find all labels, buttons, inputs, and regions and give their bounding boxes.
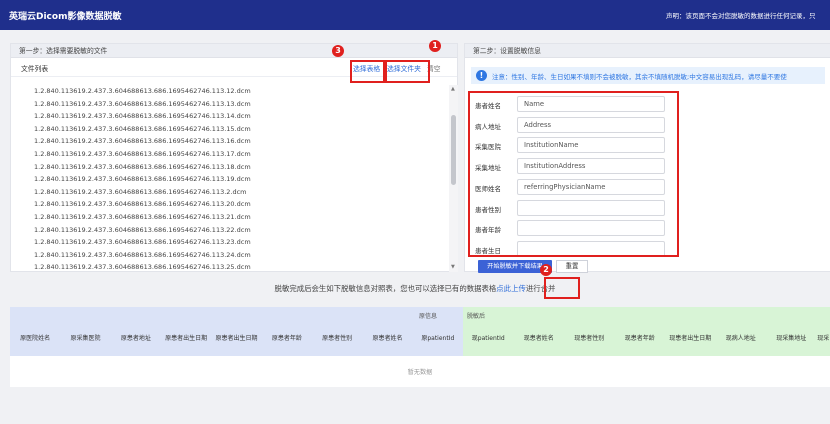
after-group-header: 脱敏后 bbox=[463, 307, 830, 322]
scroll-up-icon[interactable]: ▲ bbox=[451, 86, 455, 92]
column-header-after: 现patientId bbox=[463, 322, 514, 356]
page-footer bbox=[0, 394, 830, 424]
file-list-item[interactable]: 1.2.840.113619.2.437.3.604688613.686.169… bbox=[11, 249, 449, 262]
file-list-item[interactable]: 1.2.840.113619.2.437.3.604688613.686.169… bbox=[11, 236, 449, 249]
column-header-original: 原医院姓名 bbox=[10, 322, 61, 356]
file-list-scrollbar[interactable]: ▲ ▼ bbox=[449, 85, 458, 272]
scroll-thumb[interactable] bbox=[451, 115, 456, 185]
file-list-item[interactable]: 1.2.840.113619.2.437.3.604688613.686.169… bbox=[11, 198, 449, 211]
column-header-original: 原patientId bbox=[412, 322, 463, 356]
column-header-original: 原患者年龄 bbox=[261, 322, 312, 356]
merge-hint-before: 脱敏完成后会生如下脱敏信息对照表，您也可以选择已有的数据表格 bbox=[274, 284, 497, 293]
empty-text: 暂无数据 bbox=[407, 369, 433, 376]
column-header-after: 现患者年龄 bbox=[614, 322, 665, 356]
table-column-headers: 原医院姓名 原采集医院 原患者地址 原患者出生日期 原患者出生日期 原患者年龄 原患者性别原… bbox=[10, 322, 830, 356]
file-list-item[interactable]: 1.2.840.113619.2.437.3.604688613.686.169… bbox=[11, 161, 449, 174]
original-group-header: 原信息 bbox=[10, 307, 463, 322]
step2-title: 第二步：设置脱敏信息 bbox=[465, 44, 830, 58]
column-header-after: 现患者性别 bbox=[564, 322, 615, 356]
file-list-item[interactable]: 1.2.840.113619.2.437.3.604688613.686.169… bbox=[11, 123, 449, 136]
info-alert: ! 注意：性别、年龄、生日如果不填则不会被脱敏，其余不填随机脱敏;中文容易出现乱… bbox=[471, 67, 825, 84]
annotation-badge-1: 1 bbox=[429, 40, 441, 52]
annotation-box-upload bbox=[544, 277, 580, 299]
column-header-after: 现病人地址 bbox=[715, 322, 766, 356]
reset-button[interactable]: 重置 bbox=[556, 260, 588, 273]
column-header-after: 现患者姓名 bbox=[513, 322, 564, 356]
upload-link[interactable]: 点此上传 bbox=[496, 284, 526, 293]
info-text: 注意：性别、年龄、生日如果不填则不会被脱敏，其余不填随机脱敏;中文容易出现乱码，… bbox=[492, 73, 787, 81]
merge-hint: 脱敏完成后会生如下脱敏信息对照表，您也可以选择已有的数据表格点此上传进行合并 bbox=[0, 283, 830, 294]
column-header-after: 现采 bbox=[816, 322, 830, 356]
column-header-original: 原采集医院 bbox=[60, 322, 111, 356]
file-list-item[interactable]: 1.2.840.113619.2.437.3.604688613.686.169… bbox=[11, 135, 449, 148]
file-list-item[interactable]: 1.2.840.113619.2.437.3.604688613.686.169… bbox=[11, 224, 449, 237]
annotation-box-select-folder bbox=[385, 60, 430, 83]
column-header-after: 现患者出生日期 bbox=[665, 322, 716, 356]
column-header-original: 原患者姓名 bbox=[362, 322, 413, 356]
app-title: 英瑞云Dicom影像数据脱敏 bbox=[9, 12, 122, 22]
column-header-original: 原患者出生日期 bbox=[211, 322, 262, 356]
annotation-badge-2: 2 bbox=[540, 264, 552, 276]
file-list-item[interactable]: 1.2.840.113619.2.437.3.604688613.686.169… bbox=[11, 98, 449, 111]
column-header-original: 原患者性别 bbox=[312, 322, 363, 356]
file-list-item[interactable]: 1.2.840.113619.2.437.3.604688613.686.169… bbox=[11, 110, 449, 123]
file-list-item[interactable]: 1.2.840.113619.2.437.3.604688613.686.169… bbox=[11, 211, 449, 224]
annotation-box-select-table bbox=[350, 60, 385, 83]
annotation-badge-3: 3 bbox=[332, 45, 344, 57]
file-list[interactable]: 1.2.840.113619.2.437.3.604688613.686.169… bbox=[11, 85, 449, 272]
file-list-item[interactable]: 1.2.840.113619.2.437.3.604688613.686.169… bbox=[11, 261, 449, 272]
file-list-item[interactable]: 1.2.840.113619.2.437.3.604688613.686.169… bbox=[11, 85, 449, 98]
column-header-original: 原患者出生日期 bbox=[161, 322, 212, 356]
annotation-box-form bbox=[468, 91, 679, 257]
file-list-item[interactable]: 1.2.840.113619.2.437.3.604688613.686.169… bbox=[11, 148, 449, 161]
info-icon: ! bbox=[476, 70, 487, 81]
file-list-item[interactable]: 1.2.840.113619.2.437.3.604688613.686.169… bbox=[11, 186, 449, 199]
original-group-label: 原信息 bbox=[419, 313, 438, 320]
app-header: 英瑞云Dicom影像数据脱敏 声明：该页面不会对您脱敏的数据进行任何记录，只 bbox=[0, 0, 830, 30]
file-list-item[interactable]: 1.2.840.113619.2.437.3.604688613.686.169… bbox=[11, 173, 449, 186]
column-header-original: 原患者地址 bbox=[110, 322, 161, 356]
mapping-table: 原信息 脱敏后 原医院姓名 原采集医院 原患者地址 原患者出生日期 原患者出生日期 原患者… bbox=[10, 307, 830, 387]
file-list-title: 文件列表 bbox=[21, 65, 49, 73]
step1-title: 第一步：选择需要脱敏的文件 bbox=[11, 44, 457, 58]
disclaimer-notice: 声明：该页面不会对您脱敏的数据进行任何记录，只 bbox=[666, 12, 816, 20]
after-group-label: 脱敏后 bbox=[467, 313, 486, 320]
scroll-down-icon[interactable]: ▼ bbox=[451, 264, 455, 270]
table-empty-row: 暂无数据 bbox=[10, 356, 830, 387]
column-header-after: 现采集地址 bbox=[766, 322, 817, 356]
